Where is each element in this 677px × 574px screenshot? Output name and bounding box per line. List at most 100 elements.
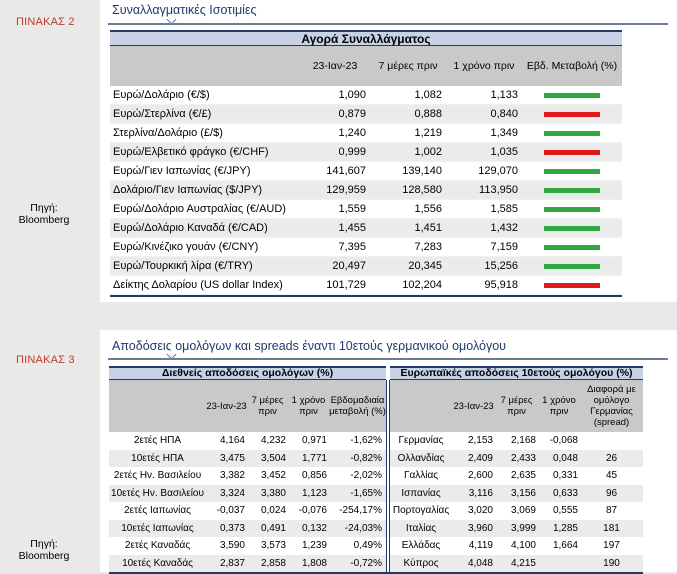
yield-current: 3,382 — [219, 470, 245, 482]
trend-up-bar — [544, 206, 600, 212]
country-name: Γαλλίας — [403, 470, 439, 482]
spread: 45 — [605, 470, 618, 482]
rate-name: Ευρώ/Ελβετικό φράγκο (€/CHF) — [113, 146, 269, 158]
country-name: Γερμανίας — [398, 435, 444, 447]
table-row: Ευρώ/Δολάριο (€/$) 1,090 1,082 1,133 — [110, 86, 622, 105]
yield-1y: -0,076 — [298, 505, 327, 517]
weekly-change-cell — [522, 263, 622, 269]
yield-1y: 0,633 — [552, 487, 578, 499]
yield-current: 0,373 — [219, 522, 245, 534]
bond-name: 2ετές ΗΠΑ — [133, 435, 182, 447]
rate-name: Ευρώ/Δολάριο (€/$) — [113, 89, 210, 101]
weekly-change-cell — [522, 92, 622, 98]
table-row: 2ετές Ην. Βασιλείου 3,382 3,452 0,856 -2,02%… — [109, 467, 643, 485]
table-row: Ευρώ/Στερλίνα (€/£) 0,879 0,888 0,840 — [110, 105, 622, 124]
rate-7d: 128,580 — [402, 184, 442, 196]
yield-current: 2,600 — [467, 470, 493, 482]
rate-name: Στερλίνα/Δολάριο (£/$) — [113, 127, 223, 139]
table-row: 10ετές Ην. Βασιλείου 3,324 3,380 1,123 -1,65… — [109, 484, 643, 502]
column-header-blank — [110, 46, 300, 86]
column-header: Εβδομαδιαία μεταβολή (%) — [329, 395, 386, 417]
yield-1y: 1,285 — [552, 522, 578, 534]
weekly-change-cell — [522, 282, 622, 288]
yield-7d: 4,215 — [510, 557, 536, 569]
spread: 190 — [603, 557, 620, 569]
table-row: Ευρώ/Δολάριο Αυστραλίας (€/AUD) 1,559 1,55… — [110, 200, 622, 219]
weekly-change: 0,49% — [353, 540, 382, 552]
yield-7d: 2,858 — [260, 557, 286, 569]
table-body: 2ετές ΗΠΑ 4,164 4,232 0,971 -1,62% Γερμανίας 2… — [109, 432, 643, 572]
yield-current: 4,119 — [468, 540, 493, 552]
yield-7d: 3,380 — [260, 487, 286, 499]
title-underline — [108, 23, 668, 25]
trend-up-bar — [544, 263, 600, 269]
column-header: 7 μέρες πριν — [500, 395, 533, 417]
table-row: Ευρώ/Κινέζικο γουάν (€/CNY) 7,395 7,283 7,1… — [110, 238, 622, 257]
yield-current: 2,153 — [467, 435, 493, 447]
rate-1y: 1,035 — [490, 146, 518, 158]
bond-yields-panel: Αποδόσεις ομολόγων και spreads έναντι 10… — [100, 330, 677, 574]
rate-name: Ευρώ/Δολάριο Αυστραλίας (€/AUD) — [113, 203, 286, 215]
table-row: Στερλίνα/Δολάριο (£/$) 1,240 1,219 1,349 — [110, 124, 622, 143]
sidebar-background — [0, 0, 100, 572]
yield-1y: 0,856 — [301, 470, 327, 482]
yield-1y: 0,971 — [301, 435, 327, 447]
spread: 181 — [603, 522, 620, 534]
table-row: Δείκτης Δολαρίου (US dollar Index) 101,72… — [110, 276, 622, 295]
table-row: 2ετές Ιαπωνίας -0,037 0,024 -0,076 -254,17% Π… — [109, 502, 643, 520]
rate-name: Δείκτης Δολαρίου (US dollar Index) — [113, 279, 283, 291]
table-row: 2ετές Καναδάς 3,590 3,573 1,239 0,49% Ελλάδας… — [109, 537, 643, 555]
spread: 96 — [605, 487, 618, 499]
yield-7d: 3,156 — [510, 487, 536, 499]
rate-7d: 1,556 — [414, 203, 442, 215]
table-row: Ευρώ/Γιεν Ιαπωνίας (€/JPY) 141,607 139,140… — [110, 162, 622, 181]
column-header: 1 χρόνο πριν — [542, 395, 576, 417]
trend-down-bar — [544, 282, 600, 288]
bond-name: 10ετές Ιαπωνίας — [121, 522, 194, 534]
spread: 197 — [603, 540, 620, 552]
yield-7d: 3,573 — [260, 540, 286, 552]
rate-current: 141,607 — [326, 165, 366, 177]
bond-name: 10ετές ΗΠΑ — [131, 452, 184, 464]
source-name: Bloomberg — [18, 550, 70, 562]
yield-7d: 2,433 — [510, 452, 536, 464]
country-name: Ιταλίας — [405, 522, 437, 534]
rate-1y: 1,133 — [490, 89, 518, 101]
table-footer-line — [110, 295, 622, 297]
exchange-rates-title: Συναλλαγματικές Ισοτιμίες — [112, 3, 257, 17]
source-label: Πηγή: — [30, 202, 58, 214]
yield-current: 2,837 — [219, 557, 245, 569]
weekly-change: -24,03% — [344, 522, 382, 534]
yield-current: 3,116 — [468, 487, 493, 499]
weekly-change-cell — [522, 206, 622, 212]
column-header: 1 χρόνο πριν — [291, 395, 326, 417]
rate-1y: 95,918 — [484, 279, 518, 291]
rate-name: Ευρώ/Γιεν Ιαπωνίας (€/JPY) — [113, 165, 251, 177]
source-label: Πηγή: — [30, 538, 58, 550]
title-underline — [108, 358, 668, 360]
source-name: Bloomberg — [18, 214, 70, 226]
column-headers: 23-Ιαν-23 7 μέρες πριν 1 χρόνο πριν Εβδο… — [109, 380, 643, 432]
rate-name: Ευρώ/Στερλίνα (€/£) — [113, 108, 212, 120]
weekly-change: -1,65% — [350, 487, 382, 499]
rate-name: Ευρώ/Δολάριο Καναδά (€/CAD) — [113, 222, 268, 234]
rate-current: 7,395 — [338, 241, 366, 253]
trend-up-bar — [544, 244, 600, 250]
trend-down-bar — [544, 149, 600, 155]
table-row: Ευρώ/Ελβετικό φράγκο (€/CHF) 0,999 1,002 1,… — [110, 143, 622, 162]
table-row: Ευρώ/Δολάριο Καναδά (€/CAD) 1,455 1,451 1,4… — [110, 219, 622, 238]
bond-name: 10ετές Καναδάς — [122, 557, 193, 569]
yield-current: 3,020 — [467, 505, 493, 517]
country-name: Ισπανίας — [401, 487, 441, 499]
table-2-label: ΠΙΝΑΚΑΣ 2 — [16, 16, 75, 28]
rate-7d: 1,002 — [414, 146, 442, 158]
rate-current: 129,959 — [326, 184, 366, 196]
yield-1y: 1,664 — [552, 540, 578, 552]
rate-1y: 1,432 — [490, 222, 518, 234]
weekly-change: -2,02% — [350, 470, 382, 482]
column-header: 23-Ιαν-23 — [206, 400, 247, 412]
rate-1y: 129,070 — [478, 165, 518, 177]
trend-up-bar — [544, 168, 600, 174]
column-header: 7 μέρες πριν — [378, 60, 438, 72]
column-header-blank — [390, 380, 452, 432]
